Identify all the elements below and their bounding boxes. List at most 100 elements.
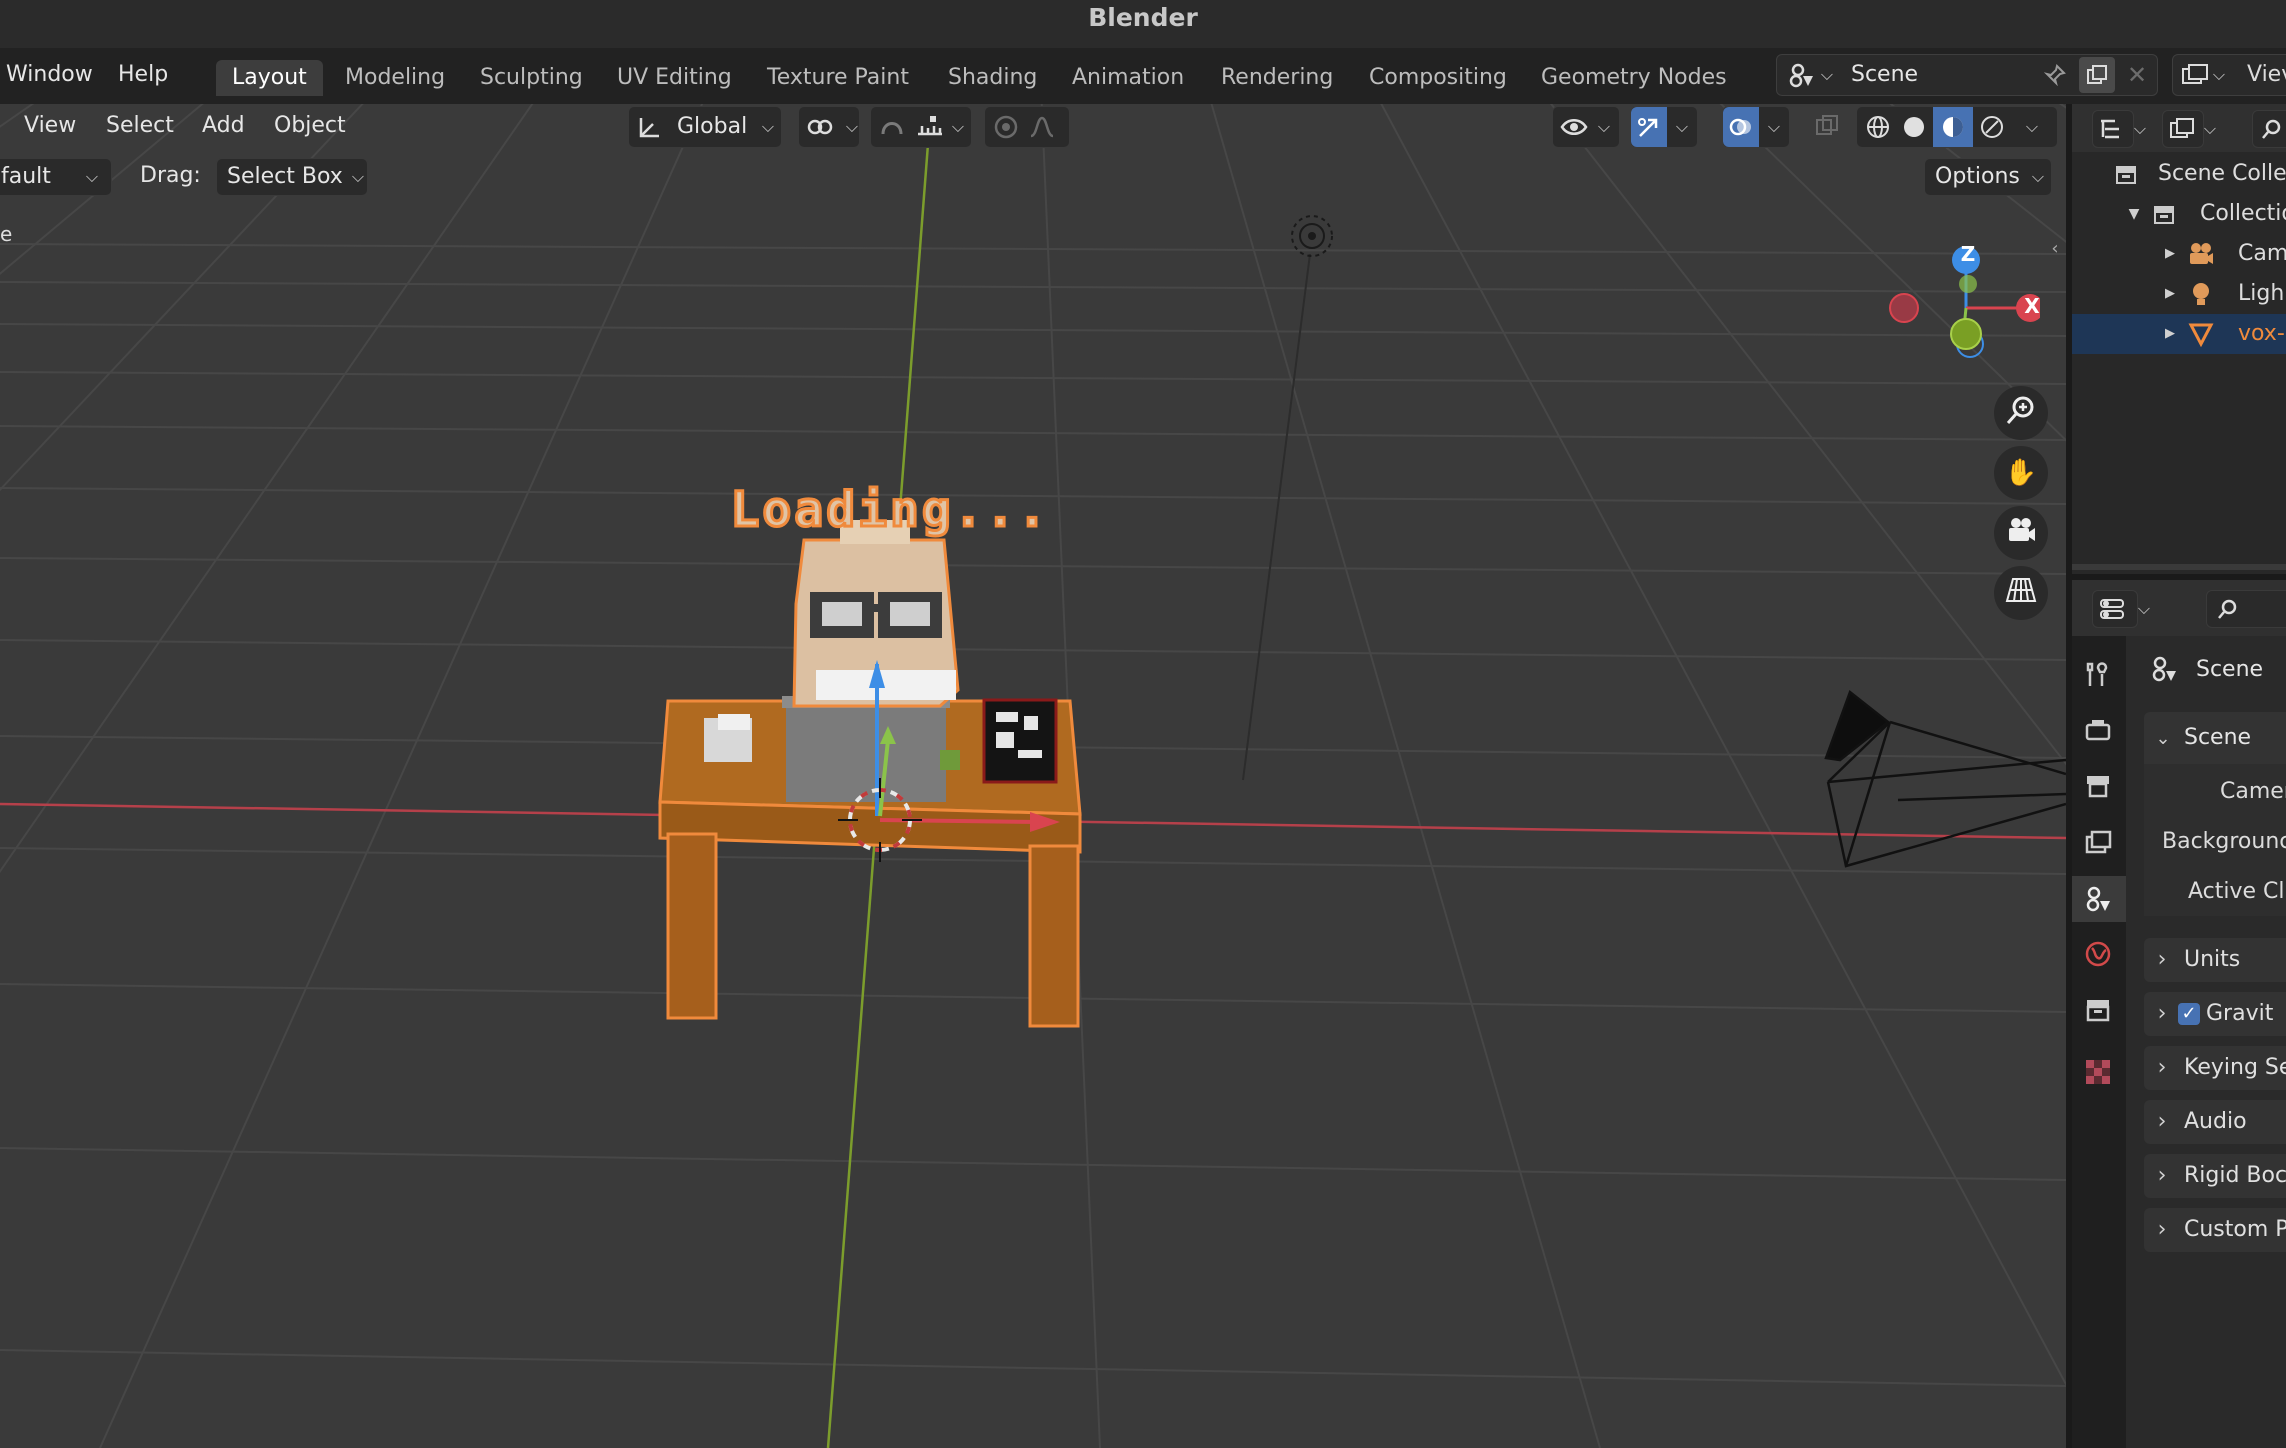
audio-panel[interactable]: › Audio: [2144, 1100, 2286, 1144]
tab-texture-paint[interactable]: Texture Paint: [751, 60, 925, 96]
snap-increment-icon[interactable]: [913, 111, 947, 143]
view-layer-name[interactable]: Viev: [2247, 55, 2286, 95]
outliner-search[interactable]: [2252, 110, 2286, 148]
overlays-toggle[interactable]: ⌵: [1722, 106, 1790, 148]
mode-dropdown[interactable]: fault ⌵: [0, 158, 112, 196]
gravity-checkbox[interactable]: ✓: [2178, 1003, 2200, 1025]
visibility-dropdown[interactable]: ⌵: [1552, 106, 1620, 148]
camera-view-button[interactable]: [1994, 506, 2048, 560]
zoom-button[interactable]: [1994, 386, 2048, 440]
chevron-down-icon: ⌵: [761, 117, 775, 136]
keying-sets-panel[interactable]: › Keying Se: [2144, 1046, 2286, 1090]
gizmo-toggle[interactable]: ⌵: [1630, 106, 1698, 148]
pivot-point-dropdown[interactable]: ⌵: [798, 106, 860, 148]
proportional-editing-group[interactable]: [984, 106, 1070, 148]
close-icon[interactable]: ✕: [2121, 59, 2153, 91]
gizmo-icon[interactable]: [1631, 107, 1667, 147]
snapping-group[interactable]: ⌵: [870, 106, 972, 148]
menu-help[interactable]: Help: [112, 58, 174, 92]
render-tab-icon[interactable]: [2076, 710, 2120, 750]
menu-select[interactable]: Select: [106, 106, 174, 146]
falloff-curve-icon[interactable]: [1025, 111, 1059, 143]
solid-shading-icon[interactable]: [1897, 111, 1931, 143]
tab-shading[interactable]: Shading: [932, 60, 1053, 96]
search-icon: [2257, 115, 2286, 143]
options-dropdown[interactable]: Options ⌵: [1924, 158, 2052, 196]
menu-object[interactable]: Object: [274, 106, 346, 146]
new-scene-icon[interactable]: [2079, 57, 2115, 93]
outliner-item-label: vox-: [2238, 321, 2285, 346]
rigid-body-panel[interactable]: › Rigid Boc: [2144, 1154, 2286, 1198]
menu-add[interactable]: Add: [202, 106, 245, 146]
tab-compositing[interactable]: Compositing: [1353, 60, 1523, 96]
menu-window[interactable]: Window: [0, 58, 99, 92]
chevron-right-icon: ›: [2157, 1109, 2167, 1134]
drag-dropdown[interactable]: Select Box ⌵: [216, 158, 368, 196]
collection-tab-icon[interactable]: [2076, 990, 2120, 1030]
panel-label: Gravit: [2206, 1001, 2274, 1026]
gizmo-z-label: Z: [1960, 242, 1976, 266]
pin-icon[interactable]: [2039, 59, 2071, 91]
active-clip-field-label: Active Cl: [2188, 879, 2285, 904]
wireframe-shading-icon[interactable]: [1861, 111, 1895, 143]
grid-perspective-icon: [2005, 575, 2037, 612]
scene-tab-icon[interactable]: [2072, 876, 2126, 922]
light-icon: [2186, 280, 2216, 308]
chevron-down-icon: ⌵: [2137, 599, 2151, 618]
outliner-item-label: Ligh: [2238, 281, 2285, 306]
outliner-scrollbar[interactable]: [2072, 564, 2286, 570]
xray-icon[interactable]: [1810, 110, 1844, 142]
texture-tab-icon[interactable]: [2076, 1052, 2120, 1092]
viewport-canvas[interactable]: Loading...: [0, 104, 2066, 1448]
rendered-shading-icon[interactable]: [1975, 111, 2009, 143]
outliner-item-mesh[interactable]: ▶ vox-: [2072, 314, 2286, 354]
view-layer-icon: [2177, 59, 2213, 91]
display-mode-dropdown[interactable]: ⌵: [2092, 110, 2146, 148]
custom-properties-panel[interactable]: › Custom P: [2144, 1208, 2286, 1252]
breadcrumb: Scene: [2196, 657, 2264, 682]
overlays-icon[interactable]: [1723, 107, 1759, 147]
proportional-editing-icon[interactable]: [989, 111, 1023, 143]
outliner-item-light[interactable]: ▶ Ligh: [2072, 274, 2286, 314]
sidebar-toggle-icon[interactable]: ‹: [2048, 234, 2062, 262]
perspective-toggle-button[interactable]: [1994, 566, 2048, 620]
disclosure-triangle-icon[interactable]: ▶: [2160, 240, 2180, 268]
filter-dropdown[interactable]: ⌵: [2162, 110, 2216, 148]
panel-label: Custom P: [2184, 1217, 2286, 1242]
world-tab-icon[interactable]: [2076, 934, 2120, 974]
material-shading-icon[interactable]: [1933, 107, 1973, 147]
shading-modes[interactable]: ⌵: [1856, 106, 2058, 148]
view-layer-selector[interactable]: ⌵ Viev: [2172, 54, 2286, 96]
tab-sculpting[interactable]: Sculpting: [464, 60, 599, 96]
scene-name[interactable]: Scene: [1851, 55, 1918, 95]
properties-search[interactable]: [2206, 590, 2286, 628]
outliner-item-camera[interactable]: ▶ Cam: [2072, 234, 2286, 274]
tab-layout[interactable]: Layout: [216, 60, 323, 96]
disclosure-triangle-icon[interactable]: ▼: [2124, 200, 2144, 228]
tool-tab-icon[interactable]: [2076, 654, 2120, 694]
pan-button[interactable]: ✋: [1994, 446, 2048, 500]
3d-viewport[interactable]: Loading... View Select Add Object Global: [0, 104, 2066, 1448]
disclosure-triangle-icon[interactable]: ▶: [2160, 280, 2180, 308]
tab-uv-editing[interactable]: UV Editing: [601, 60, 748, 96]
gravity-panel[interactable]: › ✓ Gravit: [2144, 992, 2286, 1036]
outliner-scene-collection[interactable]: Scene Colle: [2072, 154, 2286, 194]
scene-selector[interactable]: ⌵ Scene ✕: [1776, 54, 2158, 96]
chevron-right-icon: ›: [2157, 1217, 2167, 1242]
view-layer-tab-icon[interactable]: [2076, 822, 2120, 862]
menu-view[interactable]: View: [24, 106, 76, 146]
editor-type-dropdown[interactable]: ⌵: [2092, 590, 2150, 628]
tab-rendering[interactable]: Rendering: [1205, 60, 1349, 96]
output-tab-icon[interactable]: [2076, 766, 2120, 806]
outliner-collection[interactable]: ▼ Collectio: [2072, 194, 2286, 234]
units-panel[interactable]: › Units: [2144, 938, 2286, 982]
panel-label: Keying Se: [2184, 1055, 2286, 1080]
disclosure-triangle-icon[interactable]: ▶: [2160, 320, 2180, 348]
camera-icon: [2186, 240, 2216, 268]
tab-geometry-nodes[interactable]: Geometry Nodes: [1525, 60, 1743, 96]
snap-icon[interactable]: [875, 111, 909, 143]
tab-modeling[interactable]: Modeling: [329, 60, 461, 96]
transform-orientation-dropdown[interactable]: Global ⌵: [628, 106, 782, 148]
tab-animation[interactable]: Animation: [1056, 60, 1200, 96]
scene-panel-header[interactable]: ⌄ Scene: [2144, 712, 2286, 764]
